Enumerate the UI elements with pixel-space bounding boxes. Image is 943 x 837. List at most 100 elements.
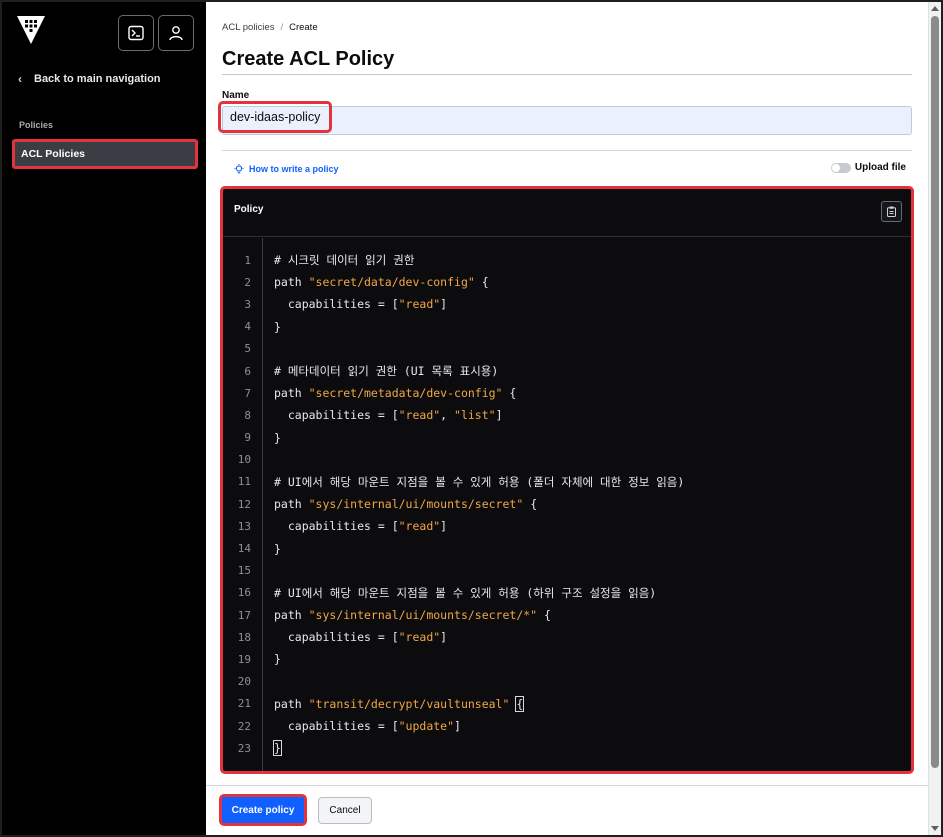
code-token: {: [474, 275, 489, 290]
vault-logo-icon[interactable]: [16, 14, 46, 46]
cancel-button[interactable]: Cancel: [318, 797, 372, 824]
code-line[interactable]: 1 # 시크릿 데이터 읽기 권한: [223, 249, 911, 271]
breadcrumb-current: Create: [289, 22, 318, 33]
code-text: path "secret/data/dev-config" {: [274, 275, 489, 289]
code-line[interactable]: 15: [223, 560, 911, 582]
code-token: {: [537, 608, 551, 623]
code-line[interactable]: 21 path "transit/decrypt/vaultunseal" {: [223, 693, 911, 715]
code-text: }: [274, 431, 281, 445]
sidebar-section-policies: Policies: [19, 120, 54, 130]
copy-button[interactable]: [881, 201, 902, 222]
code-line[interactable]: 20: [223, 671, 911, 693]
code-token: path: [274, 696, 309, 711]
page-title: Create ACL Policy: [222, 48, 395, 70]
terminal-icon: [128, 25, 144, 41]
code-line[interactable]: 19}: [223, 648, 911, 670]
code-line[interactable]: 2 path "secret/data/dev-config" {: [223, 271, 911, 293]
code-line[interactable]: 22 capabilities = ["update"]: [223, 715, 911, 737]
how-to-write-policy-link[interactable]: How to write a policy: [234, 164, 339, 174]
policy-toolbar: How to write a policy Upload file: [222, 150, 912, 188]
code-line[interactable]: 12 path "sys/internal/ui/mounts/secret" {: [223, 493, 911, 515]
line-number: 11: [237, 475, 251, 489]
clipboard-icon: [887, 206, 896, 217]
code-token: {: [523, 497, 538, 512]
code-line[interactable]: 5: [223, 338, 911, 360]
policy-editor[interactable]: Policy 1 # 시크릿 데이터 읽기 권한 2 path "secret/dat…: [220, 186, 914, 774]
create-policy-button[interactable]: Create policy: [219, 794, 307, 826]
editor-header: Policy: [223, 189, 911, 237]
code-comment: # 시크릿 데이터 읽기 권한: [274, 253, 415, 268]
sidebar-item-acl-policies[interactable]: ACL Policies: [12, 139, 198, 169]
upload-file-toggle[interactable]: [830, 162, 851, 173]
line-number: 4: [244, 320, 251, 334]
scrollbar-thumb[interactable]: [931, 16, 939, 768]
code-text: capabilities = ["read"]: [274, 630, 447, 644]
code-string: "secret/data/dev-config": [308, 275, 475, 290]
code-token: ]: [454, 719, 461, 734]
scroll-down-arrow-icon[interactable]: [931, 826, 939, 831]
editor-title: Policy: [234, 204, 264, 215]
line-number: 22: [237, 719, 251, 733]
code-line[interactable]: 11 # UI에서 해당 마운트 지점을 볼 수 있게 허용 (폴더 자체에 대한…: [223, 471, 911, 493]
line-number: 16: [237, 586, 251, 600]
line-number: 18: [237, 630, 251, 644]
code-comment: # UI에서 해당 마운트 지점을 볼 수 있게 허용 (폴더 자체에 대한 정…: [274, 474, 685, 489]
line-number: 7: [244, 386, 251, 400]
line-number: 2: [244, 275, 251, 289]
code-text: path "sys/internal/ui/mounts/secret" {: [274, 497, 537, 511]
code-text: path "transit/decrypt/vaultunseal" {: [274, 695, 525, 712]
code-text: capabilities = ["read"]: [274, 519, 447, 533]
code-line[interactable]: 16 # UI에서 해당 마운트 지점을 볼 수 있게 허용 (하위 구조 설정을…: [223, 582, 911, 604]
vertical-scrollbar[interactable]: [928, 2, 941, 835]
code-token: capabilities = [: [274, 519, 399, 534]
line-number: 15: [237, 564, 251, 578]
code-line[interactable]: 7 path "secret/metadata/dev-config" {: [223, 382, 911, 404]
code-text: }: [274, 320, 281, 334]
code-string: "sys/internal/ui/mounts/secret": [308, 497, 524, 512]
code-token: ]: [440, 630, 448, 645]
line-number: 19: [237, 652, 251, 666]
scroll-up-arrow-icon[interactable]: [931, 6, 939, 11]
name-label: Name: [222, 90, 250, 101]
code-string: "list": [454, 408, 496, 423]
console-button[interactable]: [118, 15, 154, 51]
back-to-main-navigation-link[interactable]: ‹ Back to main navigation: [18, 72, 161, 86]
code-token: }: [274, 430, 281, 445]
code-token: }: [274, 541, 281, 556]
code-text: }: [273, 740, 282, 757]
upload-file-toggle-group: Upload file: [830, 162, 906, 173]
code-token: {: [502, 386, 517, 401]
code-string: "sys/internal/ui/mounts/secret/*": [308, 608, 538, 623]
code-text: path "sys/internal/ui/mounts/secret/*" {: [274, 608, 551, 622]
code-line[interactable]: 9}: [223, 427, 911, 449]
breadcrumb-acl-policies-link[interactable]: ACL policies: [222, 22, 274, 33]
code-line[interactable]: 10: [223, 449, 911, 471]
line-number: 20: [237, 675, 251, 689]
code-text: capabilities = ["read"]: [274, 297, 447, 311]
code-token: }: [274, 319, 281, 334]
code-line[interactable]: 3 capabilities = ["read"]: [223, 293, 911, 315]
code-area[interactable]: 1 # 시크릿 데이터 읽기 권한 2 path "secret/data/dev-c…: [223, 249, 911, 759]
code-text: capabilities = ["read", "list"]: [274, 408, 503, 422]
code-token: path: [274, 497, 309, 512]
code-line[interactable]: 4}: [223, 316, 911, 338]
code-token: ]: [495, 408, 503, 423]
code-text: # UI에서 해당 마운트 지점을 볼 수 있게 허용 (하위 구조 설정을 읽…: [274, 585, 656, 601]
code-comment: # 메타데이터 읽기 권한 (UI 목록 표시용): [274, 364, 499, 379]
user-menu-button[interactable]: [158, 15, 194, 51]
code-token: capabilities = [: [274, 630, 399, 645]
code-line[interactable]: 14}: [223, 537, 911, 559]
code-text: # UI에서 해당 마운트 지점을 볼 수 있게 허용 (폴더 자체에 대한 정…: [274, 474, 684, 490]
line-number: 13: [237, 519, 251, 533]
code-line[interactable]: 6 # 메타데이터 읽기 권한 (UI 목록 표시용): [223, 360, 911, 382]
code-line[interactable]: 23}: [223, 737, 911, 759]
line-number: 17: [237, 608, 251, 622]
code-line[interactable]: 8 capabilities = ["read", "list"]: [223, 404, 911, 426]
code-line[interactable]: 13 capabilities = ["read"]: [223, 515, 911, 537]
code-line[interactable]: 17 path "sys/internal/ui/mounts/secret/*"…: [223, 604, 911, 626]
code-token: ,: [440, 408, 455, 423]
code-line[interactable]: 18 capabilities = ["read"]: [223, 626, 911, 648]
name-input-value[interactable]: dev-idaas-policy: [218, 101, 333, 133]
code-string: "update": [398, 719, 455, 734]
line-number: 6: [244, 364, 251, 378]
